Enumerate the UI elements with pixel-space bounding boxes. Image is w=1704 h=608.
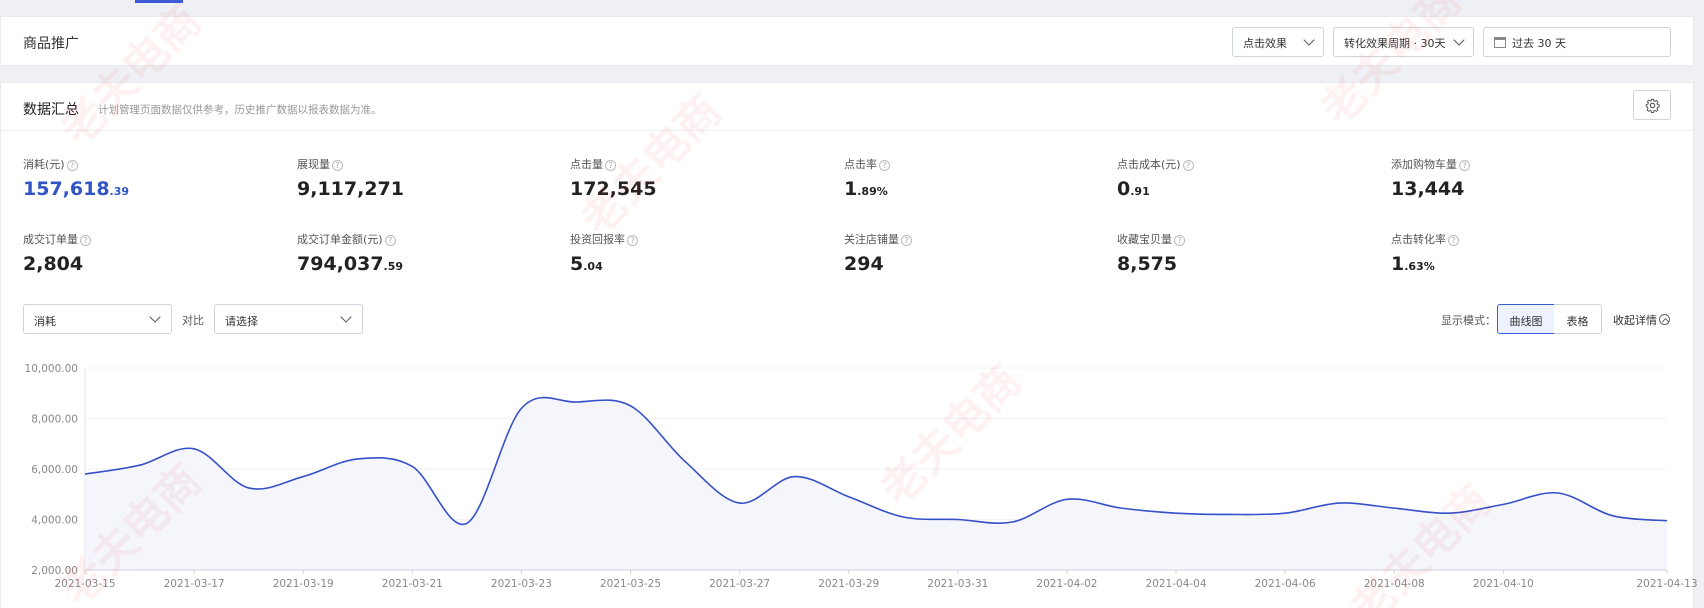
y-tick-label: 10,000.00 <box>25 363 78 375</box>
x-tick-label: 2021-03-21 <box>382 578 443 590</box>
x-tick-label: 2021-03-27 <box>709 578 770 590</box>
consumption-line-chart: 2,000.00 4,000.00 6,000.00 8,000.00 10,000.0… <box>25 363 1698 590</box>
y-tick-label: 2,000.00 <box>31 565 78 577</box>
x-tick-label: 2021-03-19 <box>273 578 334 590</box>
x-tick-label: 2021-03-23 <box>491 578 552 590</box>
x-tick-label: 2021-04-06 <box>1255 578 1316 590</box>
x-tick-label: 2021-03-15 <box>54 578 115 590</box>
x-tick-label: 2021-04-02 <box>1036 578 1097 590</box>
x-tick-label: 2021-03-17 <box>164 578 225 590</box>
x-tick-label: 2021-03-25 <box>600 578 661 590</box>
y-tick-label: 4,000.00 <box>31 515 78 527</box>
y-tick-label: 6,000.00 <box>31 464 78 476</box>
x-tick-label: 2021-04-13 <box>1636 578 1697 590</box>
y-tick-label: 8,000.00 <box>31 414 78 426</box>
area-fill <box>85 397 1667 570</box>
x-tick-label: 2021-04-04 <box>1146 578 1207 590</box>
x-tick-label: 2021-04-08 <box>1364 578 1425 590</box>
x-tick-label: 2021-03-31 <box>927 578 988 590</box>
x-tick-label: 2021-03-29 <box>818 578 879 590</box>
x-tick-label: 2021-04-10 <box>1473 578 1534 590</box>
